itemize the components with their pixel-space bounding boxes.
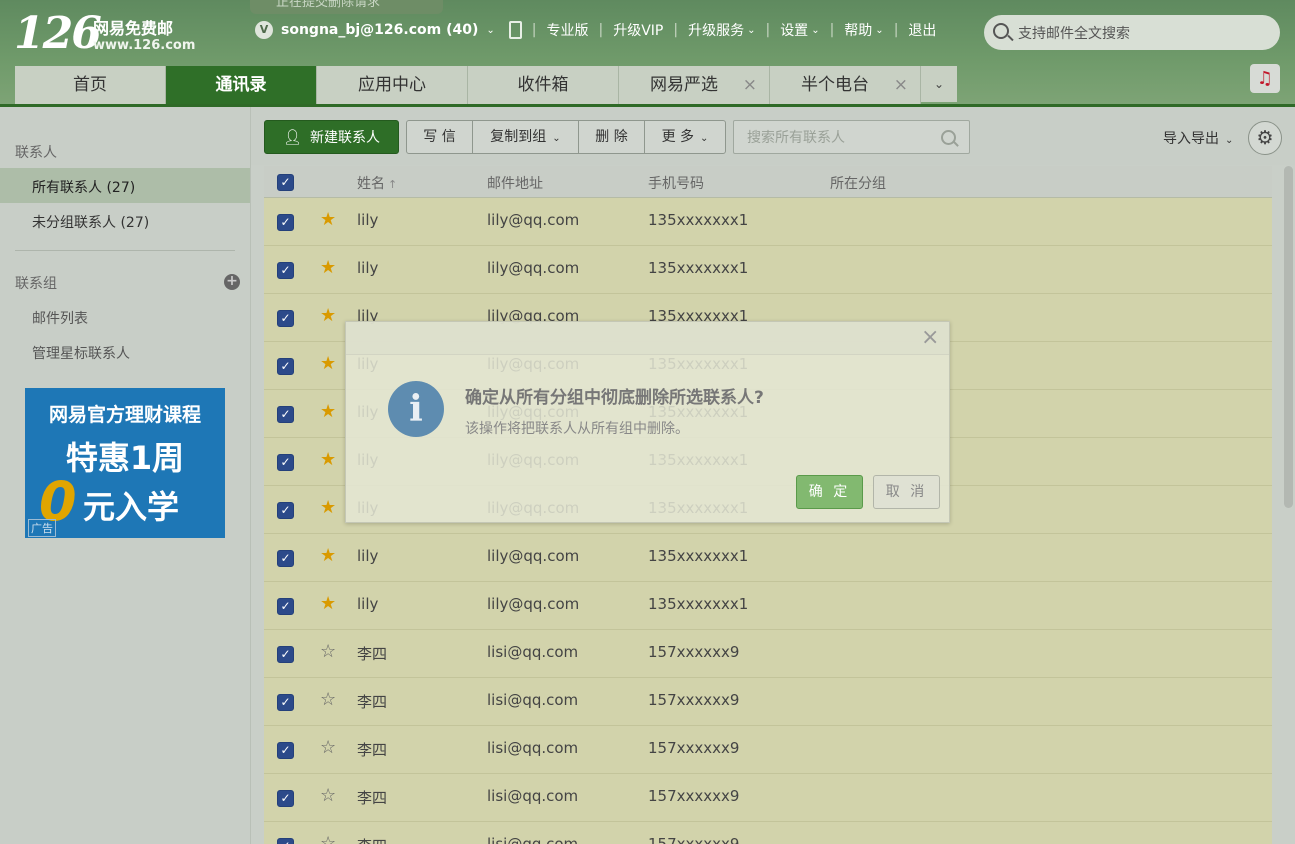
dialog-description: 该操作将把联系人从所有组中删除。 — [465, 421, 689, 437]
dialog-header — [346, 322, 949, 355]
cancel-button[interactable]: 取 消 — [873, 475, 940, 509]
info-icon: i — [388, 381, 444, 437]
dialog-title: 确定从所有分组中彻底删除所选联系人? — [465, 388, 764, 408]
confirm-button[interactable]: 确 定 — [796, 475, 863, 509]
confirm-delete-dialog: × i 确定从所有分组中彻底删除所选联系人? 该操作将把联系人从所有组中删除。 … — [345, 321, 950, 523]
close-icon[interactable]: × — [921, 325, 939, 350]
